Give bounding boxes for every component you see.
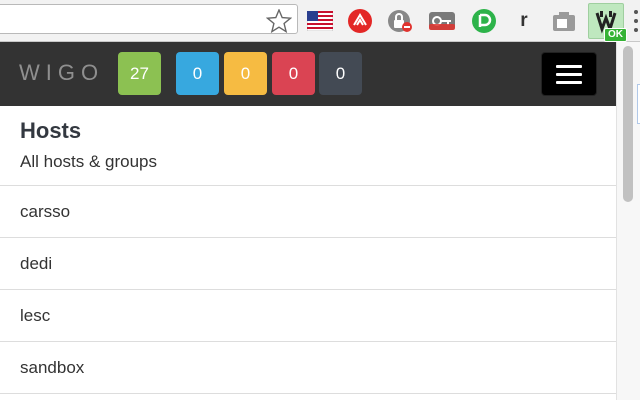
host-item[interactable]: dedi: [0, 238, 616, 290]
address-bar[interactable]: [0, 4, 298, 34]
host-item[interactable]: sandbox: [0, 342, 616, 394]
unknown-counter[interactable]: 0: [319, 52, 362, 95]
wigo-extension-icon[interactable]: OK: [588, 3, 627, 42]
warning-counter[interactable]: 0: [224, 52, 267, 95]
host-list: carsso dedi lesc sandbox: [0, 186, 616, 394]
navbar: WIGO 27 0 0 0 0: [0, 42, 616, 106]
hamburger-icon[interactable]: [541, 52, 597, 96]
brand-logo[interactable]: WIGO: [19, 60, 104, 86]
key-extension-icon[interactable]: [428, 7, 456, 35]
host-item[interactable]: lesc: [0, 290, 616, 342]
scrollbar-thumb[interactable]: [623, 46, 633, 202]
r-extension-icon[interactable]: r: [510, 7, 538, 35]
star-icon[interactable]: [265, 8, 293, 34]
info-counter[interactable]: 0: [176, 52, 219, 95]
lock-extension-icon[interactable]: [386, 7, 414, 35]
ok-counter[interactable]: 27: [118, 52, 161, 95]
host-item[interactable]: carsso: [0, 186, 616, 238]
critical-counter[interactable]: 0: [272, 52, 315, 95]
us-flag-extension-icon[interactable]: [306, 7, 334, 35]
page-subtitle: All hosts & groups: [20, 152, 158, 171]
browser-toolbar: r OK: [0, 0, 640, 42]
camera-extension-icon[interactable]: [550, 7, 578, 35]
red-circle-extension-icon[interactable]: [346, 7, 374, 35]
ok-badge: OK: [604, 28, 627, 42]
green-circle-extension-icon[interactable]: [470, 7, 498, 35]
vertical-dots-icon[interactable]: [632, 8, 640, 34]
page-header: Hosts All hosts & groups: [0, 106, 616, 186]
page-title: Hosts: [20, 118, 82, 143]
wigo-popup: WIGO 27 0 0 0 0 Hosts All hosts & groups…: [0, 42, 616, 400]
